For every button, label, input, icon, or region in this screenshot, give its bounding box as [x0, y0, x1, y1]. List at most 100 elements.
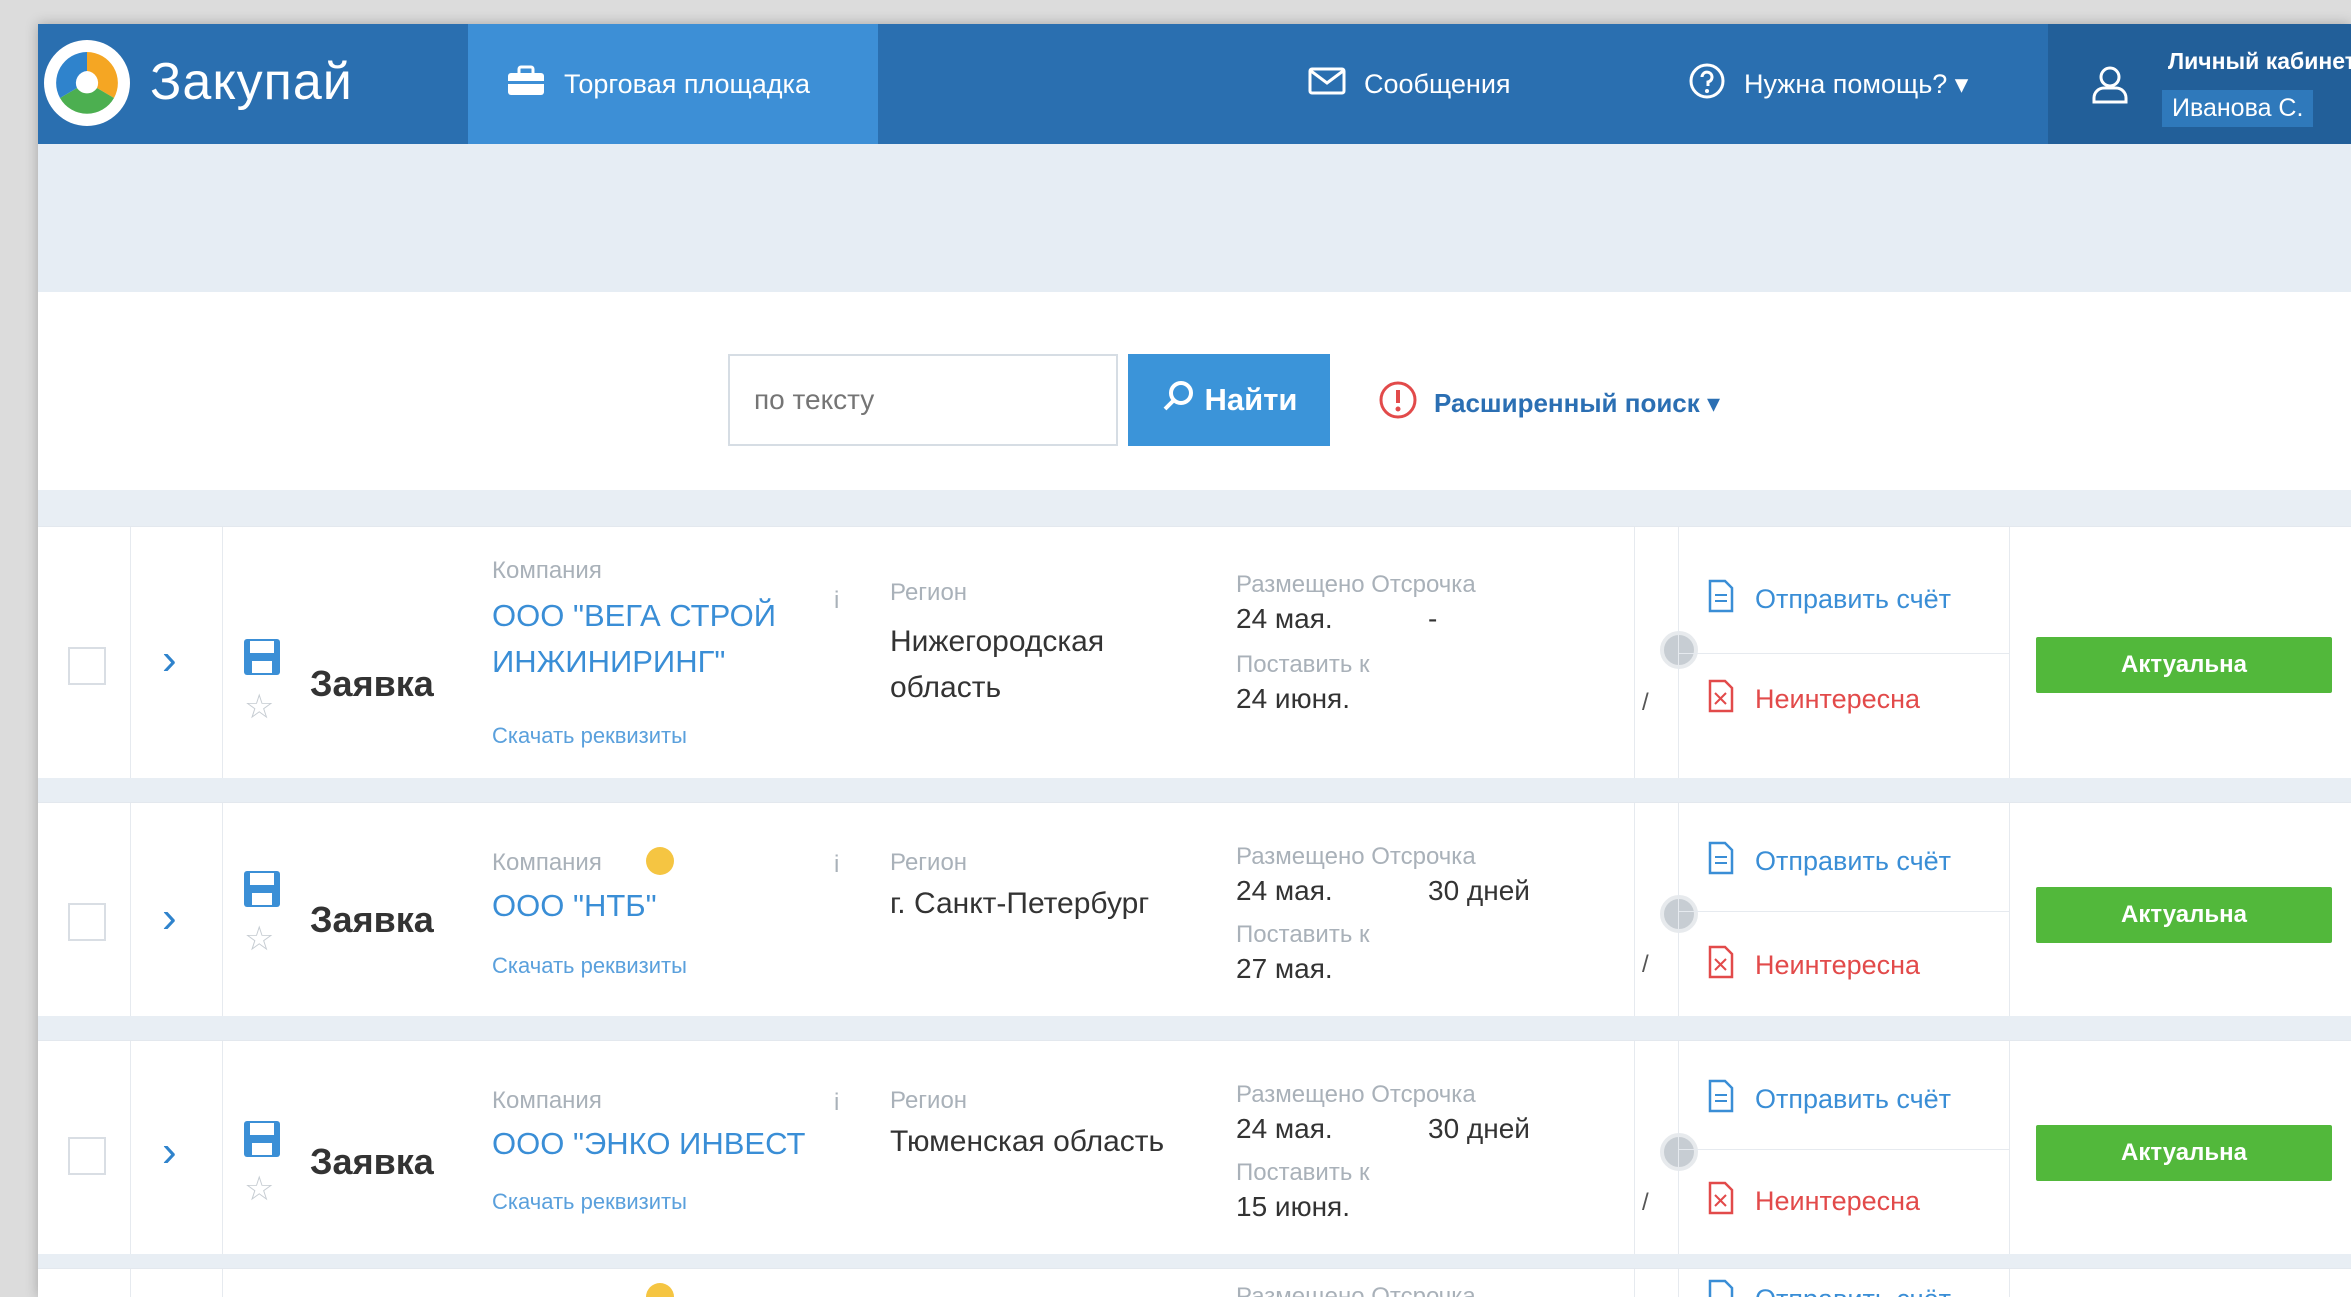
status-badge[interactable]: Актуальна	[2036, 887, 2332, 943]
divider	[130, 803, 131, 1017]
search-button[interactable]: Найти	[1128, 354, 1330, 446]
badge-coin-icon	[646, 1283, 674, 1297]
row-gap	[38, 1254, 2351, 1268]
not-interested-link[interactable]: Неинтересна	[1707, 945, 1920, 986]
company-label: Компания	[492, 557, 602, 584]
nav-messages-label: Сообщения	[1364, 68, 1511, 99]
company-link[interactable]: ООО "ЭНКО ИНВЕСТ	[492, 1121, 872, 1167]
star-icon[interactable]: ☆	[244, 1169, 274, 1209]
placed-delay-label: Размещено Отсрочка	[1236, 843, 1476, 870]
company-link[interactable]: ООО "ВЕГА СТРОЙ ИНЖИНИРИНГ"	[492, 593, 832, 685]
deliver-date: 15 июня.	[1236, 1191, 1350, 1222]
app-title[interactable]: Закупай	[150, 52, 353, 112]
deliver-label: Поставить к	[1236, 651, 1370, 678]
row-actions: Отправить счёт Неинтересна	[1678, 1041, 2010, 1255]
document-icon	[1707, 841, 1735, 882]
table-row[interactable]: › ☆ Заявка Компания ООО "ВЕГА СТРОЙ ИНЖИ…	[38, 526, 2351, 780]
deliver-date: 24 июня.	[1236, 683, 1350, 714]
company-link[interactable]: ООО "НТБ"	[492, 883, 832, 929]
send-invoice-link[interactable]: Отправить счёт	[1707, 1279, 1951, 1297]
send-invoice-label: Отправить счёт	[1755, 1284, 1951, 1297]
send-invoice-link[interactable]: Отправить счёт	[1707, 579, 1951, 620]
row-checkbox[interactable]	[68, 903, 106, 941]
slash-mark: /	[1642, 951, 1649, 978]
app-window: Закупай Торговая площадка Сообщения Нужн…	[38, 24, 2351, 1297]
placed-date: 24 мая.	[1236, 875, 1333, 906]
deliver-label: Поставить к	[1236, 921, 1370, 948]
divider	[1679, 1149, 2009, 1150]
row-checkbox[interactable]	[68, 647, 106, 685]
info-marker: i	[834, 1089, 840, 1116]
divider	[1634, 803, 1635, 1017]
save-icon[interactable]	[242, 869, 282, 914]
nav-account[interactable]: Личный кабинет Иванова С.	[2048, 24, 2351, 144]
deliver-date: 27 мая.	[1236, 953, 1333, 984]
row-checkbox[interactable]	[68, 1137, 106, 1175]
send-invoice-link[interactable]: Отправить счёт	[1707, 841, 1951, 882]
badge-coin-icon	[646, 847, 674, 875]
chevron-right-icon[interactable]: ›	[162, 893, 177, 943]
send-invoice-label: Отправить счёт	[1755, 1084, 1952, 1114]
divider	[1634, 527, 1635, 779]
download-details-link[interactable]: Скачать реквизиты	[492, 953, 687, 979]
delay-value: 30 дней	[1428, 875, 1530, 906]
row-kind: Заявка	[310, 663, 434, 704]
region-label: Регион	[890, 1087, 968, 1114]
region-value: г. Санкт-Петербург	[890, 887, 1150, 920]
divider	[222, 1269, 223, 1297]
status-badge[interactable]: Актуальна	[2036, 1125, 2332, 1181]
advanced-search-link[interactable]: Расширенный поиск ▾	[1378, 380, 1720, 427]
divider	[222, 1041, 223, 1255]
company-label: Компания	[492, 1087, 602, 1114]
divider	[130, 1041, 131, 1255]
not-interested-link[interactable]: Неинтересна	[1707, 679, 1920, 720]
divider	[222, 527, 223, 779]
chevron-right-icon[interactable]: ›	[162, 635, 177, 685]
save-icon[interactable]	[242, 637, 282, 682]
divider	[1634, 1041, 1635, 1255]
region-value: Тюменская область	[890, 1125, 1165, 1158]
table-row[interactable]: › ☆ Заявка Компания ООО "ЭНКО ИНВЕСТ Ска…	[38, 1040, 2351, 1256]
row-kind: Заявка	[310, 899, 434, 940]
placed-delay-label: Размещено Отсрочка	[1236, 1283, 1476, 1297]
nav-help-dropdown[interactable]: Нужна помощь? ▾	[1688, 24, 1968, 144]
account-title: Личный кабинет	[2168, 48, 2351, 74]
logo-icon[interactable]	[42, 38, 132, 128]
chevron-right-icon[interactable]: ›	[162, 1127, 177, 1177]
star-icon[interactable]: ☆	[244, 919, 274, 959]
nav-messages[interactable]: Сообщения	[1308, 24, 1511, 144]
status-badge[interactable]: Актуальна	[2036, 637, 2332, 693]
send-invoice-label: Отправить счёт	[1755, 846, 1952, 876]
download-details-link[interactable]: Скачать реквизиты	[492, 723, 687, 749]
download-details-link[interactable]: Скачать реквизиты	[492, 1189, 687, 1215]
row-actions: Отправить счёт	[1678, 1269, 2010, 1297]
placed-date: 24 мая.	[1236, 1113, 1333, 1144]
star-icon[interactable]: ☆	[244, 687, 274, 727]
not-interested-link[interactable]: Неинтересна	[1707, 1181, 1920, 1222]
subheader-band	[38, 144, 2351, 292]
search-input[interactable]	[728, 354, 1118, 446]
row-gap	[38, 778, 2351, 802]
list-separator	[38, 490, 2351, 526]
advanced-search-label: Расширенный поиск ▾	[1434, 388, 1721, 418]
not-interested-label: Неинтересна	[1755, 1186, 1921, 1216]
document-icon	[1707, 1079, 1735, 1120]
divider	[1679, 911, 2009, 912]
not-interested-label: Неинтересна	[1755, 684, 1921, 714]
divider	[1679, 653, 2009, 654]
document-icon	[1707, 579, 1735, 620]
save-icon[interactable]	[242, 1119, 282, 1164]
row-kind: Заявка	[310, 1141, 434, 1182]
table-row[interactable]: Размещено Отсрочка Отправить счёт	[38, 1268, 2351, 1297]
send-invoice-link[interactable]: Отправить счёт	[1707, 1079, 1951, 1120]
company-label: Компания	[492, 849, 602, 876]
account-user-name[interactable]: Иванова С.	[2162, 90, 2314, 127]
delay-value: 30 дней	[1428, 1113, 1530, 1144]
row-actions: Отправить счёт Неинтересна	[1678, 527, 2010, 779]
nav-marketplace[interactable]: Торговая площадка	[468, 24, 878, 160]
placed-delay-label: Размещено Отсрочка	[1236, 1081, 1476, 1108]
deliver-label: Поставить к	[1236, 1159, 1370, 1186]
table-row[interactable]: › ☆ Заявка Компания ООО "НТБ" Скачать ре…	[38, 802, 2351, 1018]
info-marker: i	[834, 851, 840, 878]
send-invoice-label: Отправить счёт	[1755, 584, 1952, 614]
